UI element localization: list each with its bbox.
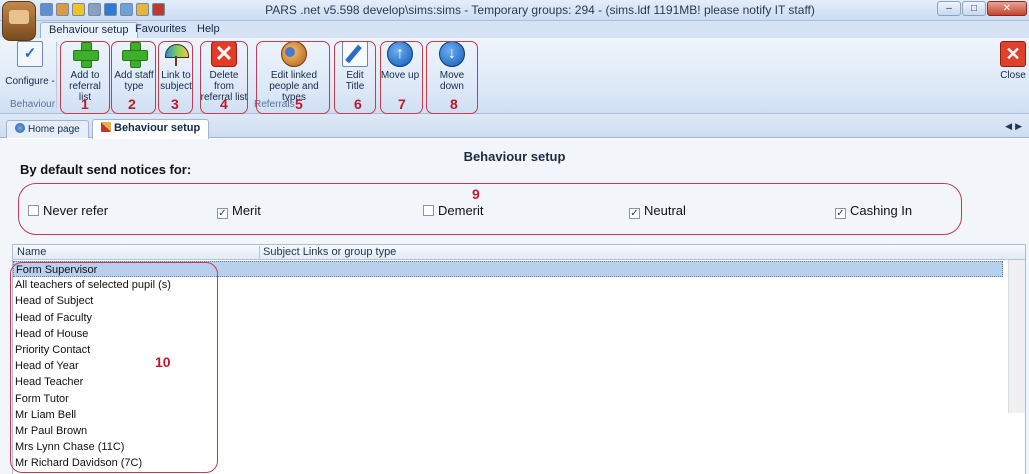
link-to-subject-button[interactable]: Link to subject: [159, 41, 193, 92]
warning-icon[interactable]: [72, 3, 85, 16]
add-staff-type-button[interactable]: Add staff type: [112, 41, 156, 92]
move-up-button[interactable]: ↑ Move up: [380, 41, 420, 81]
annotation-number: 8: [450, 96, 458, 112]
ribbon-separator: [56, 42, 57, 108]
column-header-subject-links[interactable]: Subject Links or group type: [263, 246, 396, 258]
table-row[interactable]: Head of Subject: [13, 293, 1003, 309]
ribbon: ✓ Configure - Behaviour Add to referral …: [0, 38, 1029, 114]
quick-access-toolbar: [40, 3, 165, 16]
add-icon: [72, 41, 99, 68]
table-row[interactable]: Mrs Lynn Chase (11C): [13, 439, 1003, 455]
annotation-number: 6: [354, 96, 362, 112]
pencil-icon: [101, 122, 111, 132]
annotation-number: 3: [171, 96, 179, 112]
annotation-box-9: [18, 183, 962, 235]
column-header-name[interactable]: Name: [17, 246, 46, 258]
checkbox-box[interactable]: [28, 205, 39, 216]
table-row[interactable]: Mr Paul Brown: [13, 423, 1003, 439]
people-icon: [281, 41, 307, 67]
ribbon-tab-strip: Behaviour setup Favourites Help: [0, 21, 1029, 38]
edit-linked-people-button[interactable]: Edit linked people and types: [258, 41, 330, 103]
table-row[interactable]: Form Tutor: [13, 391, 1003, 407]
vertical-scrollbar[interactable]: [1008, 260, 1025, 413]
table-row[interactable]: All teachers of selected pupil (s): [13, 277, 1003, 293]
tab-behaviour-setup[interactable]: Behaviour setup: [40, 22, 138, 38]
tab-behaviour-setup-doc[interactable]: Behaviour setup: [92, 119, 210, 139]
checkbox-box[interactable]: [423, 205, 434, 216]
group-label-referrals: Referrals: [254, 99, 295, 110]
close-icon: ✕: [1000, 41, 1026, 67]
move-down-button[interactable]: ↓ Move down: [427, 41, 477, 92]
tools-icon[interactable]: [88, 3, 101, 16]
delete-from-referral-list-button[interactable]: ✕ Delete from referral list: [200, 41, 248, 103]
window-title: PARS .net v5.598 develop\sims:sims - Tem…: [265, 3, 815, 17]
column-separator[interactable]: [259, 246, 260, 259]
clipboard-check-icon: ✓: [17, 41, 43, 67]
tab-favourites[interactable]: Favourites: [127, 22, 194, 38]
checkbox-merit[interactable]: ✓ Merit: [217, 203, 261, 219]
checkbox-neutral[interactable]: ✓ Neutral: [629, 203, 686, 219]
checkbox-box[interactable]: ✓: [217, 208, 228, 219]
close-window-button[interactable]: ✕: [987, 1, 1027, 16]
annotation-number: 4: [220, 96, 228, 112]
umbrella-icon: [163, 41, 189, 67]
annotation-number: 7: [398, 96, 406, 112]
add-to-referral-list-button[interactable]: Add to referral list: [62, 41, 108, 103]
minimize-button[interactable]: –: [937, 1, 961, 16]
tab-scroll-arrows[interactable]: ◀▶: [1005, 121, 1025, 132]
info-icon[interactable]: [104, 3, 117, 16]
annotation-number: 2: [128, 96, 136, 112]
configure-button[interactable]: ✓ Configure -: [4, 41, 56, 87]
notebook-icon[interactable]: [56, 3, 69, 16]
main-content: Behaviour setup By default send notices …: [0, 139, 1029, 474]
edit-icon: [342, 41, 368, 67]
table-row[interactable]: Head of Faculty: [13, 310, 1003, 326]
close-button[interactable]: ✕ Close: [998, 41, 1028, 81]
checkbox-box[interactable]: ✓: [835, 208, 846, 219]
bug-icon[interactable]: [152, 3, 165, 16]
edit-title-button[interactable]: Edit Title: [336, 41, 374, 92]
delete-icon: ✕: [211, 41, 237, 67]
tab-help[interactable]: Help: [189, 22, 228, 38]
table-row[interactable]: Mr Liam Bell: [13, 407, 1003, 423]
grid-header: Name Subject Links or group type: [13, 245, 1025, 260]
annotation-number: 1: [81, 96, 89, 112]
add-icon: [121, 41, 148, 68]
tab-home-page[interactable]: Home page: [6, 120, 89, 138]
annotation-number: 9: [472, 186, 480, 202]
section-header: By default send notices for:: [20, 162, 192, 177]
annotation-number: 10: [155, 354, 171, 370]
table-row[interactable]: Head Teacher: [13, 374, 1003, 390]
group-label-behaviour: Behaviour: [10, 99, 56, 110]
checkbox-cashing-in[interactable]: ✓ Cashing In: [835, 203, 912, 219]
title-bar: PARS .net v5.598 develop\sims:sims - Tem…: [0, 0, 1029, 21]
app-menu-button[interactable]: [2, 1, 36, 41]
search-icon[interactable]: [120, 3, 133, 16]
undo-icon[interactable]: [40, 3, 53, 16]
table-row[interactable]: Head of House: [13, 326, 1003, 342]
arrow-down-icon: ↓: [439, 41, 465, 67]
checkbox-never-refer[interactable]: Never refer: [28, 203, 108, 218]
table-row[interactable]: Form Supervisor: [13, 261, 1003, 278]
arrow-up-icon: ↑: [387, 41, 413, 67]
checkbox-demerit[interactable]: Demerit: [423, 203, 484, 218]
annotation-number: 5: [295, 96, 303, 112]
maximize-button[interactable]: □: [962, 1, 986, 16]
home-icon: [15, 123, 25, 133]
document-tab-strip: Home page Behaviour setup ◀▶: [0, 114, 1029, 139]
checkbox-box[interactable]: ✓: [629, 208, 640, 219]
table-row[interactable]: Mr Richard Davidson (7C): [13, 455, 1003, 471]
lock-icon[interactable]: [136, 3, 149, 16]
